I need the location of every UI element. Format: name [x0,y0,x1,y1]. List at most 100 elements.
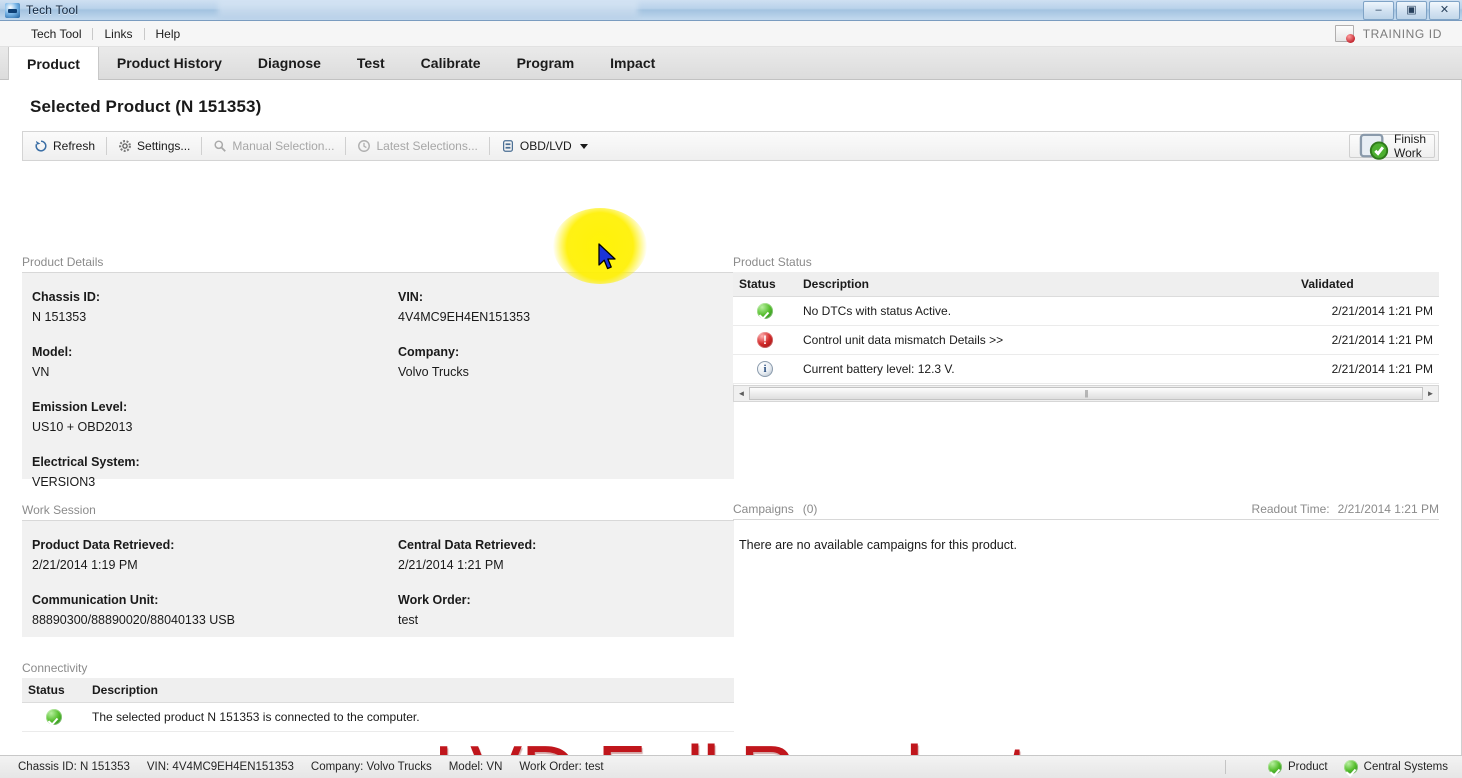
tab-diagnose[interactable]: Diagnose [240,47,339,79]
scroll-right-icon[interactable]: ► [1423,387,1438,400]
status-ok-icon [46,709,62,725]
manual-selection-button[interactable]: Manual Selection... [202,133,345,159]
connectivity-col-description: Description [86,678,734,703]
scroll-left-icon[interactable]: ◄ [734,387,749,400]
product-details-title: Product Details [22,255,104,269]
field-chassis-id: Chassis ID: N 151353 [32,287,388,327]
statusbar-company: Company: Volvo Trucks [310,761,432,773]
search-icon [214,140,227,152]
status-validated: 2/21/2014 1:21 PM [1295,354,1439,384]
field-company: Company: Volvo Trucks [398,342,754,382]
status-cell [733,296,797,326]
status-info-icon [757,361,773,377]
model-label: Model: [32,345,73,359]
panels-container: Product Details Chassis ID: N 151353 Mod… [0,255,1461,755]
menu-item-links[interactable]: Links [93,27,143,41]
table-row[interactable]: Control unit data mismatch Details >> 2/… [733,325,1439,355]
tab-program[interactable]: Program [499,47,593,79]
tab-calibrate[interactable]: Calibrate [403,47,499,79]
scrollbar-track[interactable] [749,387,1423,400]
product-toolbar: Refresh Settings... Manual Selection... [22,131,1439,161]
work-order-value: test [398,613,419,627]
gear-icon [119,140,131,152]
vin-label: VIN: [398,290,423,304]
company-value: Volvo Trucks [398,365,469,379]
tab-product-history[interactable]: Product History [99,47,240,79]
connectivity-col-status: Status [22,678,86,703]
chassis-id-label: Chassis ID: [32,290,101,304]
field-electrical-system: Electrical System: VERSION3 [32,452,388,492]
main-tab-bar: Product Product History Diagnose Test Ca… [0,47,1462,80]
table-row[interactable]: No DTCs with status Active. 2/21/2014 1:… [733,296,1439,326]
readout-time: Readout Time: 2/21/2014 1:21 PM [1252,502,1439,516]
status-description[interactable]: Control unit data mismatch Details >> [797,325,1295,355]
product-details-right-column: VIN: 4V4MC9EH4EN151353 Company: Volvo Tr… [388,287,754,465]
field-vin: VIN: 4V4MC9EH4EN151353 [398,287,754,327]
status-bar: Chassis ID: N 151353 VIN: 4V4MC9EH4EN151… [0,755,1462,778]
menu-item-help[interactable]: Help [145,27,192,41]
statusbar-indicators: Product Central Systems [1268,756,1448,778]
left-column: Product Details Chassis ID: N 151353 Mod… [22,255,734,732]
product-status-horizontal-scrollbar[interactable]: ◄ ► [733,385,1439,402]
campaigns-heading: Campaigns (0) Readout Time: 2/21/2014 1:… [733,502,1439,520]
product-status-title: Product Status [733,255,812,269]
refresh-button[interactable]: Refresh [23,133,106,159]
overlay-caption: LVD Full Readout [0,728,1461,755]
tab-impact[interactable]: Impact [592,47,673,79]
latest-selections-label: Latest Selections... [376,139,478,153]
tab-product[interactable]: Product [8,47,99,80]
status-description: Current battery level: 12.3 V. [797,354,1295,384]
minimize-button[interactable]: – [1363,1,1394,20]
menu-bar: Tech Tool Links Help TRAINING ID [0,21,1462,47]
status-ok-icon [1343,760,1358,774]
model-value: VN [32,365,50,379]
connectivity-table: Status Description The selected product … [22,678,734,732]
menu-item-tech-tool[interactable]: Tech Tool [20,27,92,41]
connectivity-heading: Connectivity [22,661,734,678]
campaigns-empty-text: There are no available campaigns for thi… [739,538,1017,552]
settings-button[interactable]: Settings... [107,133,201,159]
scrollbar-thumb[interactable] [749,387,1423,400]
app-icon [5,2,20,18]
finish-work-icon [1359,134,1389,161]
status-validated: 2/21/2014 1:21 PM [1295,325,1439,355]
latest-selections-button[interactable]: Latest Selections... [346,133,488,159]
work-session-body: Product Data Retrieved: 2/21/2014 1:19 P… [22,521,734,637]
statusbar-work-order: Work Order: test [519,761,604,773]
status-cell [733,354,797,384]
product-details-heading: Product Details [22,255,734,273]
close-button[interactable]: ✕ [1429,1,1460,20]
field-central-data-retrieved: Central Data Retrieved: 2/21/2014 1:21 P… [398,535,754,575]
right-column: Product Status Status Description Valida… [733,255,1439,552]
window-title: Tech Tool [26,3,79,17]
readout-time-value: 2/21/2014 1:21 PM [1337,502,1439,516]
emission-level-label: Emission Level: [32,400,128,414]
statusbar-product-label: Product [1288,761,1328,773]
campaigns-title: Campaigns [733,502,794,516]
product-status-heading: Product Status [733,255,1439,272]
field-communication-unit: Communication Unit: 88890300/88890020/88… [32,590,388,630]
status-cell [733,325,797,355]
obd-lvd-label: OBD/LVD [519,139,572,153]
status-description: No DTCs with status Active. [797,296,1295,326]
table-row[interactable]: Current battery level: 12.3 V. 2/21/2014… [733,354,1439,384]
work-session-title: Work Session [22,503,96,517]
readout-time-label: Readout Time: [1251,502,1330,516]
page-title: Selected Product (N 151353) [30,97,262,116]
statusbar-divider [1225,760,1226,774]
connectivity-header-row: Status Description [22,678,734,703]
statusbar-central-systems-indicator: Central Systems [1343,760,1448,774]
statusbar-central-systems-label: Central Systems [1363,761,1448,773]
product-status-header-row: Status Description Validated [733,272,1439,297]
finish-work-label: Finish Work [1393,132,1426,160]
product-status-col-validated: Validated [1295,272,1439,297]
chassis-id-value: N 151353 [32,310,87,324]
manual-selection-label: Manual Selection... [232,139,335,153]
maximize-button[interactable]: ▣ [1396,1,1427,20]
work-order-label: Work Order: [398,593,471,607]
obd-lvd-button[interactable]: OBD/LVD [490,133,599,159]
chevron-down-icon [579,143,588,149]
finish-work-button[interactable]: Finish Work [1348,132,1435,161]
connector-icon [502,140,513,152]
tab-test[interactable]: Test [339,47,403,79]
